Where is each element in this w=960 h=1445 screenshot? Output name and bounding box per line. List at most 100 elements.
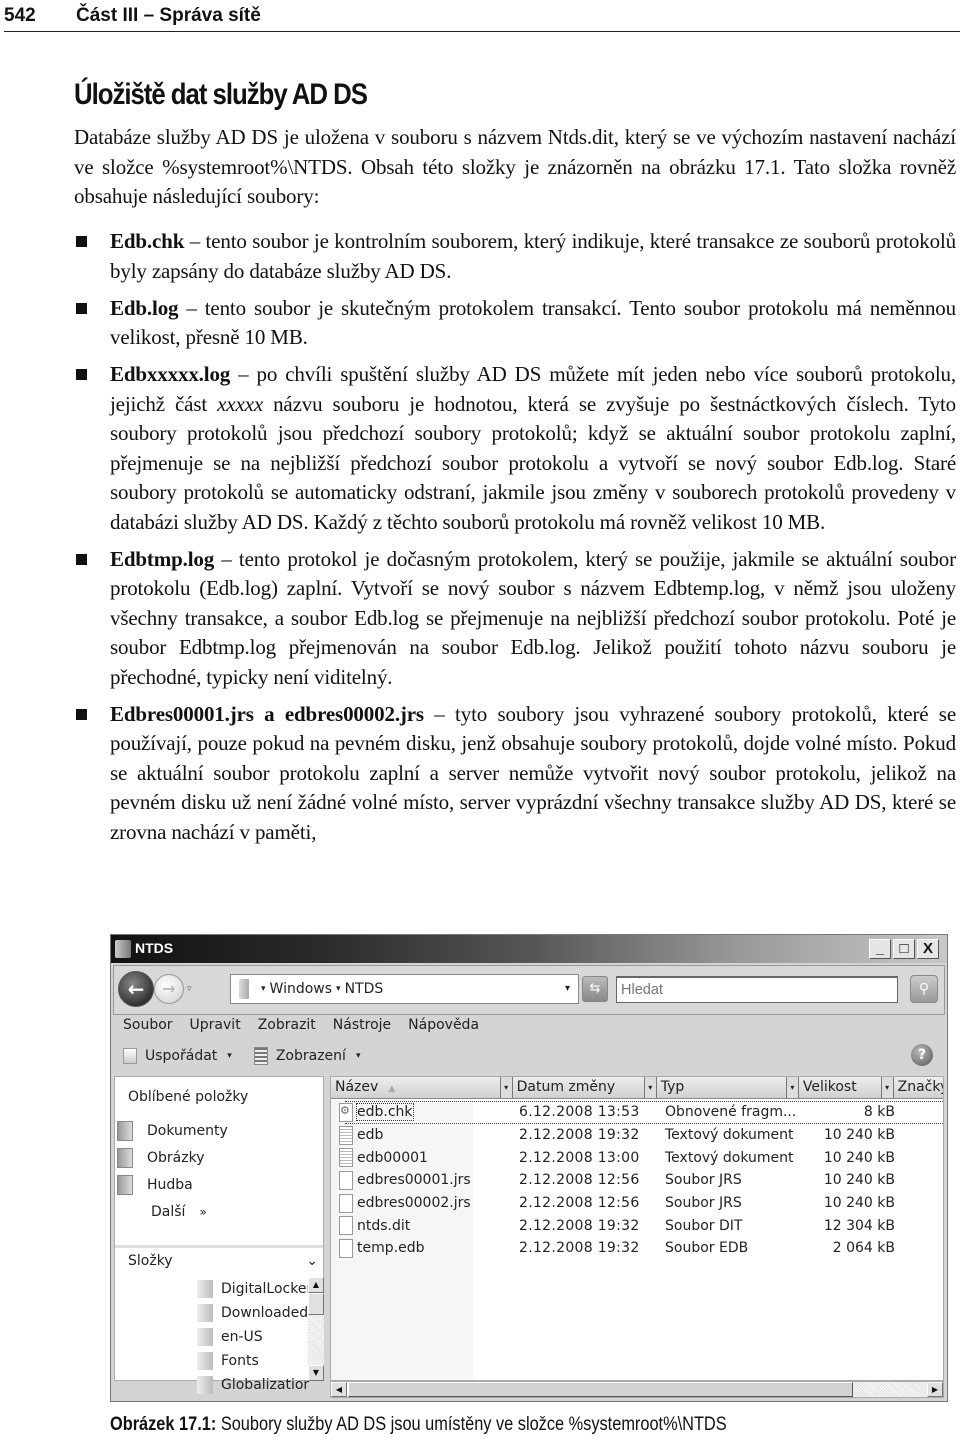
menu-file[interactable]: Soubor [123,1017,173,1033]
address-bar[interactable]: ▾ Windows ▾ NTDS ▾ [230,974,579,1004]
scroll-left-button[interactable]: ◀ [331,1382,347,1397]
file-row[interactable]: edbres00001.jrs 2.12.2008 12:56 Soubor JRS… [331,1169,943,1192]
menu-edit[interactable]: Upravit [190,1017,241,1033]
file-size: 8 kB [863,1104,895,1121]
column-header-date[interactable]: Datum změny ▾ [513,1077,657,1099]
folder-label: Downloaded [221,1305,309,1321]
pane-divider[interactable] [115,1245,323,1248]
address-dropdown-icon[interactable]: ▾ [565,983,570,994]
column-filter-dropdown[interactable]: ▾ [643,1077,656,1098]
bullet-item: Edbtmp.log – tento protokol je dočasným … [74,545,956,693]
refresh-button[interactable]: ⇆ [582,976,608,1002]
help-button[interactable]: ? [911,1044,933,1066]
bullet-square-icon [76,369,87,380]
bullet-text: – tento protokol je dočasným protokolem,… [110,546,956,689]
scroll-right-button[interactable]: ▶ [927,1382,943,1397]
menu-tools[interactable]: Nástroje [333,1017,391,1033]
figure-caption: Obrázek 17.1: Soubory služby AD DS jsou … [110,1414,727,1436]
music-icon [117,1174,133,1195]
column-label: Typ [660,1079,685,1095]
title-bar[interactable]: NTDS _ □ X [111,935,947,963]
favorite-label: Další [151,1203,186,1220]
favorite-documents[interactable]: Dokumenty [117,1117,228,1144]
folder-vertical-scrollbar[interactable]: ▲ ▼ [308,1277,324,1381]
minimize-button[interactable]: _ [869,939,891,959]
folder-icon [197,1280,213,1298]
file-row[interactable]: edbres00002.jrs 2.12.2008 12:56 Soubor JRS… [331,1192,943,1215]
column-filter-dropdown[interactable]: ▾ [880,1077,893,1098]
file-type: Soubor JRS [665,1172,742,1189]
breadcrumb-separator-icon[interactable]: ▾ [261,984,266,994]
folders-header[interactable]: Složky ⌄ [128,1253,318,1269]
search-input[interactable] [616,976,898,1003]
column-header-tags[interactable]: Značky [894,1077,943,1099]
breadcrumb-ntds[interactable]: NTDS [345,981,384,997]
file-name: edb00001 [357,1149,428,1166]
column-label: Velikost [802,1079,857,1095]
favorite-pictures[interactable]: Obrázky [117,1144,228,1171]
bullet-item: Edb.chk – tento soubor je kontrolním sou… [74,227,956,286]
search-button[interactable]: ⚲ [910,975,938,1003]
file-row[interactable]: edb.chk 6.12.2008 13:53 Obnovené fragm... 8… [331,1101,943,1124]
favorites-more[interactable]: Další » [117,1198,228,1225]
file-size: 10 240 kB [823,1172,895,1189]
folder-item[interactable]: en-US [197,1325,309,1349]
file-date: 6.12.2008 13:53 [519,1104,640,1121]
file-row[interactable]: edb00001 2.12.2008 13:00 Textový dokument 1… [331,1146,943,1169]
bullet-text: – tento soubor je skutečným protokolem t… [110,295,956,350]
folder-label: Fonts [221,1353,259,1369]
bullet-square-icon [76,302,87,314]
organize-button[interactable]: Uspořádat [145,1048,217,1064]
favorites-list: Dokumenty Obrázky Hudba Další » [117,1117,228,1225]
back-button[interactable]: ← [118,971,154,1007]
intro-paragraph: Databáze služby AD DS je uložena v soubo… [74,125,956,208]
chevron-down-icon[interactable]: ▾ [227,1051,232,1061]
favorite-music[interactable]: Hudba [117,1171,228,1198]
column-header-size[interactable]: Velikost ▾ [799,1077,894,1099]
recent-pages-dropdown[interactable]: ▿ [187,984,192,994]
scroll-down-button[interactable]: ▼ [308,1365,324,1381]
column-header-name[interactable]: Název ▲ ▾ [331,1077,513,1099]
folder-label: DigitalLocker [221,1281,309,1297]
folder-icon [197,1328,213,1346]
close-button[interactable]: X [917,939,939,959]
organize-icon [123,1048,137,1064]
menu-help[interactable]: Nápověda [408,1017,479,1033]
file-name: edbres00001.jrs [357,1172,471,1189]
scroll-thumb[interactable] [308,1293,324,1315]
chevron-down-icon[interactable]: ▾ [356,1051,361,1061]
folder-item[interactable]: Fonts [197,1349,309,1373]
scroll-thumb[interactable] [348,1382,853,1397]
file-horizontal-scrollbar[interactable]: ◀ ▶ [330,1381,944,1398]
explorer-window: NTDS _ □ X ← → ▿ ▾ Windows ▾ NTDS ▾ ⇆ ⚲ … [110,934,948,1402]
folders-title: Složky [128,1253,173,1269]
text-file-icon [339,1148,353,1168]
file-row[interactable]: temp.edb 2.12.2008 19:32 Soubor EDB 2 064 k… [331,1237,943,1260]
bullet-term: Edbres00001.jrs a edbres00002.jrs [110,701,424,726]
breadcrumb-windows[interactable]: Windows [270,981,333,997]
column-header-type[interactable]: Typ ▾ [657,1077,799,1099]
folder-item[interactable]: Downloaded [197,1301,309,1325]
column-filter-dropdown[interactable]: ▾ [785,1077,798,1098]
file-icon [339,1238,353,1258]
column-filter-dropdown[interactable]: ▾ [499,1077,512,1098]
scroll-up-button[interactable]: ▲ [308,1277,324,1293]
bullet-square-icon [76,236,87,247]
file-name-cell: edb.chk [331,1102,515,1122]
forward-button[interactable]: → [154,974,184,1004]
folder-item[interactable]: DigitalLocker [197,1277,309,1301]
views-button[interactable]: Zobrazení [276,1048,346,1064]
file-type: Textový dokument [665,1149,794,1166]
file-type: Soubor EDB [665,1240,749,1257]
breadcrumb-separator-icon[interactable]: ▾ [336,984,341,994]
file-row[interactable]: edb 2.12.2008 19:32 Textový dokument 10 240… [331,1124,943,1147]
folder-item[interactable]: Globalization [197,1373,309,1397]
bullet-term: Edbtmp.log [110,546,215,571]
file-name: temp.edb [357,1240,425,1257]
navigation-bar: ← → ▿ ▾ Windows ▾ NTDS ▾ ⇆ ⚲ [113,965,945,1015]
maximize-button[interactable]: □ [893,939,915,959]
menu-view[interactable]: Zobrazit [258,1017,316,1033]
folder-window-icon [115,940,131,958]
file-name-cell: ntds.dit [331,1216,515,1236]
file-row[interactable]: ntds.dit 2.12.2008 19:32 Soubor DIT 12 304 … [331,1214,943,1237]
